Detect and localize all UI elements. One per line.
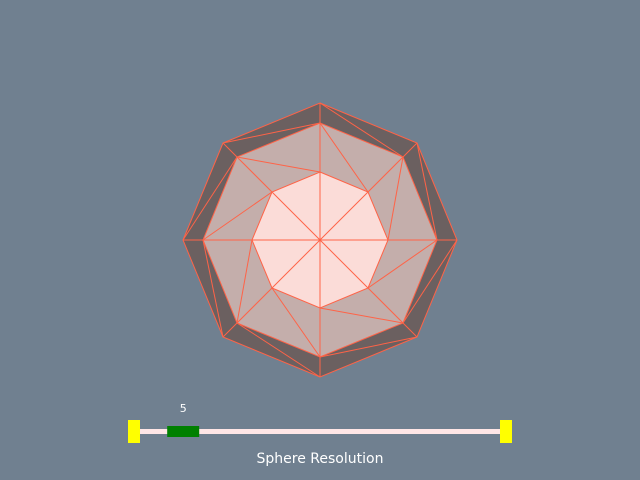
render-viewport[interactable] — [0, 0, 640, 480]
slider-knob[interactable] — [167, 426, 200, 437]
mesh-edges — [182, 102, 458, 378]
slider-cap-right[interactable] — [500, 420, 512, 443]
slider-cap-left[interactable] — [128, 420, 140, 443]
slider-value-label: 5 — [179, 402, 187, 415]
resolution-slider[interactable] — [128, 420, 512, 443]
sphere-mesh[interactable] — [182, 102, 458, 378]
slider-title: Sphere Resolution — [256, 451, 384, 467]
